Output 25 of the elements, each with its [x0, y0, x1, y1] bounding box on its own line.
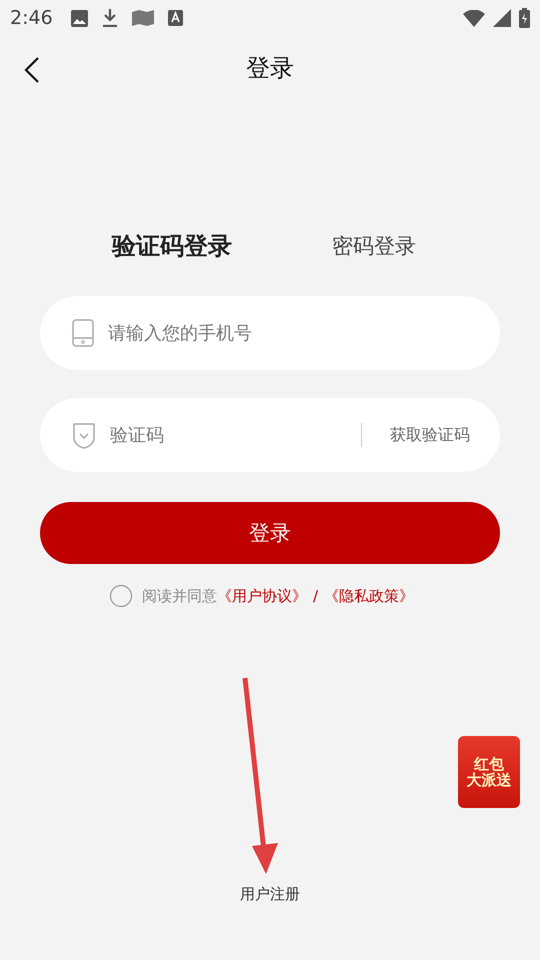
back-button[interactable]: [22, 56, 42, 84]
battery-icon: [519, 8, 530, 28]
phone-icon: [72, 319, 94, 347]
login-tab[interactable]: 验证码登录: [112, 230, 232, 262]
signal-icon: [493, 9, 511, 27]
image-icon: [70, 10, 88, 26]
link-separator: /: [313, 587, 318, 605]
shield-icon: [72, 422, 96, 448]
map-icon: [132, 10, 154, 26]
agreement-text: 阅读并同意: [142, 586, 217, 606]
page-title: 登录: [246, 53, 294, 84]
agreement-link[interactable]: 《隐私政策》: [324, 586, 414, 606]
status-time: 2:46: [10, 7, 53, 29]
agreement-link[interactable]: 《用户协议》: [217, 586, 307, 606]
agree-checkbox[interactable]: [110, 585, 132, 607]
promo-badge[interactable]: 红包 大派送: [458, 736, 520, 808]
wifi-icon: [463, 10, 485, 26]
get-code-button[interactable]: 获取验证码: [374, 424, 470, 446]
register-link[interactable]: 用户注册: [234, 884, 306, 905]
login-button[interactable]: 登录: [40, 502, 500, 564]
code-field[interactable]: 验证码: [108, 424, 349, 446]
login-tab[interactable]: 密码登录: [332, 232, 416, 260]
font-icon: [168, 10, 183, 26]
phone-field[interactable]: 请输入您的手机号: [106, 322, 470, 344]
download-icon: [102, 9, 118, 27]
